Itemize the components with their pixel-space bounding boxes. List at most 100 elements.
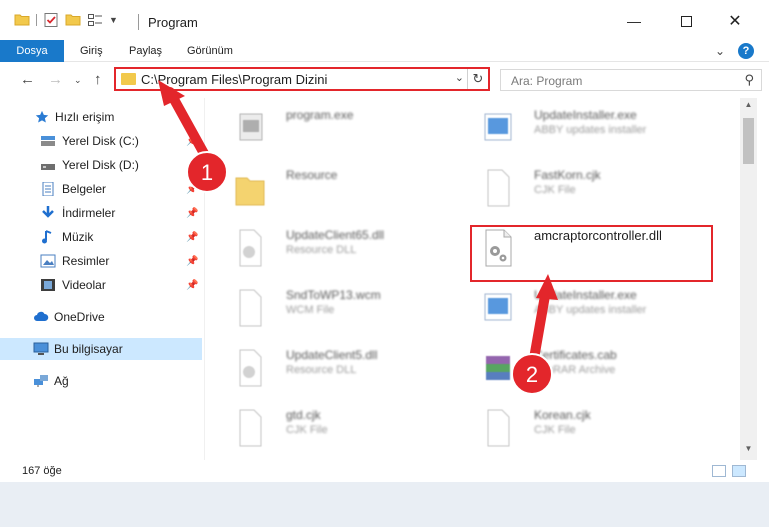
search-input[interactable]: Ara: Program ⚲ <box>500 69 762 91</box>
file-icon <box>239 409 262 447</box>
sidebar-item-disk-c[interactable]: Yerel Disk (C:) 📌 <box>0 130 202 152</box>
sidebar-item-quick-access[interactable]: Hızlı erişim <box>0 106 202 128</box>
maximize-button[interactable] <box>663 6 709 36</box>
file-name: UpdateClient5.dll <box>286 348 378 362</box>
file-type: Resource DLL <box>286 244 357 256</box>
properties-icon[interactable] <box>43 12 59 28</box>
sidebar-item-this-pc[interactable]: Bu bilgisayar <box>0 338 202 360</box>
folder-icon <box>235 177 265 206</box>
star-icon <box>35 110 49 123</box>
file-item[interactable]: UpdateClient5.dll Resource DLL <box>222 344 472 400</box>
sidebar-item-label: Hızlı erişim <box>55 110 115 124</box>
sidebar-item-label: Belgeler <box>62 182 107 196</box>
minimize-button[interactable]: — <box>611 6 657 36</box>
file-item[interactable]: UpdateInstaller.exe ABBY updates install… <box>470 104 720 160</box>
file-type: CJK File <box>534 424 576 436</box>
sidebar-item-network[interactable]: Ağ <box>0 370 202 392</box>
title-separator <box>138 14 139 30</box>
file-name: UpdateClient65.dll <box>286 228 385 242</box>
file-item[interactable]: SndToWP13.wcm WCM File <box>222 284 472 340</box>
file-item[interactable]: Resource <box>222 164 472 220</box>
qat-separator <box>36 14 37 26</box>
pin-icon[interactable]: 📌 <box>186 232 198 243</box>
sidebar-item-label: Yerel Disk (D:) <box>62 158 139 172</box>
installer-icon <box>484 293 512 321</box>
cloud-icon <box>34 311 49 321</box>
large-icons-view-icon[interactable] <box>732 465 746 477</box>
sidebar-item-resimler[interactable]: Resimler 📌 <box>0 250 202 272</box>
up-icon[interactable]: ↑ <box>94 71 102 88</box>
address-bar[interactable]: C:\Program Files\Program Dizini ⌄ ↻ <box>114 67 490 91</box>
vertical-scrollbar[interactable]: ▲ ▼ <box>740 98 757 460</box>
file-name: Certificates.cab <box>534 348 617 362</box>
refresh-icon[interactable]: ↻ <box>467 69 488 89</box>
forward-icon[interactable]: → <box>48 71 63 88</box>
status-bar: 167 öğe <box>0 460 769 482</box>
file-item[interactable]: Certificates.cab WinRAR Archive <box>470 344 720 400</box>
expand-ribbon-icon[interactable]: ⌄ <box>715 44 725 58</box>
ribbon-tabs: Dosya Giriş Paylaş Görünüm ⌄ ? <box>0 40 769 62</box>
file-type: CJK File <box>534 184 576 196</box>
file-item[interactable]: Korean.cjk CJK File <box>470 404 720 460</box>
sidebar-item-indirmeler[interactable]: İndirmeler 📌 <box>0 202 202 224</box>
tab-giris[interactable]: Giriş <box>80 40 103 62</box>
tab-paylas[interactable]: Paylaş <box>129 40 162 62</box>
tab-gorunum[interactable]: Görünüm <box>187 40 233 62</box>
file-item[interactable]: gtd.cjk CJK File <box>222 404 472 460</box>
pin-icon[interactable]: 📌 <box>186 136 198 147</box>
pin-icon[interactable]: 📌 <box>186 208 198 219</box>
videos-icon <box>41 279 55 291</box>
file-item[interactable]: UpdateInstaller.exe ABBY updates install… <box>470 284 720 340</box>
scroll-up-icon[interactable]: ▲ <box>740 100 757 114</box>
file-item[interactable]: UpdateClient65.dll Resource DLL <box>222 224 472 280</box>
address-dropdown-icon[interactable]: ⌄ <box>455 71 464 84</box>
network-icon <box>34 375 48 387</box>
drive-icon <box>41 136 55 146</box>
file-type: CJK File <box>286 424 328 436</box>
dll-icon <box>239 349 262 387</box>
recent-locations-icon[interactable]: ⌄ <box>74 75 82 86</box>
pin-icon[interactable]: 📌 <box>186 280 198 291</box>
sidebar-item-label: İndirmeler <box>62 206 116 220</box>
scrollbar-thumb[interactable] <box>743 118 754 164</box>
file-item[interactable]: FastKorn.cjk CJK File <box>470 164 720 220</box>
pin-icon[interactable]: 📌 <box>186 160 198 171</box>
sidebar-item-videolar[interactable]: Videolar 📌 <box>0 274 202 296</box>
search-icon[interactable]: ⚲ <box>744 72 754 88</box>
file-name: Resource <box>286 168 338 182</box>
navigation-row: ← → ⌄ ↑ C:\Program Files\Program Dizini … <box>0 62 769 98</box>
new-folder-icon[interactable] <box>65 12 81 28</box>
pin-icon[interactable]: 📌 <box>186 256 198 267</box>
file-item[interactable]: program.exe <box>222 104 472 160</box>
item-count: 167 öğe <box>22 465 62 477</box>
tab-dosya[interactable]: Dosya <box>0 40 64 62</box>
view-options-icon[interactable] <box>87 12 103 28</box>
folder-icon[interactable] <box>14 12 30 28</box>
sidebar-item-label: Müzik <box>62 230 94 244</box>
back-icon[interactable]: ← <box>20 71 35 88</box>
details-view-icon[interactable] <box>712 465 726 477</box>
sidebar-item-onedrive[interactable]: OneDrive <box>0 306 202 328</box>
help-icon[interactable]: ? <box>738 43 754 59</box>
sidebar-item-belgeler[interactable]: Belgeler 📌 <box>0 178 202 200</box>
close-button[interactable]: ✕ <box>712 6 758 36</box>
qat-dropdown-icon[interactable]: ▼ <box>109 15 118 25</box>
scroll-down-icon[interactable]: ▼ <box>740 444 757 458</box>
sidebar-item-label: Ağ <box>54 374 69 388</box>
pin-icon[interactable]: 📌 <box>186 184 198 195</box>
sidebar-item-label: OneDrive <box>54 310 105 324</box>
file-type: ABBY updates installer <box>534 304 647 316</box>
file-name: UpdateInstaller.exe <box>534 288 637 302</box>
file-icon <box>487 169 510 207</box>
window-title: Program <box>148 15 198 30</box>
file-name: Korean.cjk <box>534 408 591 422</box>
download-icon <box>42 206 54 218</box>
sidebar-item-muzik[interactable]: Müzik 📌 <box>0 226 202 248</box>
file-type: WinRAR Archive <box>534 364 616 376</box>
search-placeholder: Ara: Program <box>511 74 583 88</box>
minimize-icon: — <box>627 13 641 29</box>
drive-icon <box>41 164 55 170</box>
pictures-icon <box>40 254 56 268</box>
archive-icon <box>486 356 510 380</box>
sidebar-item-disk-d[interactable]: Yerel Disk (D:) 📌 <box>0 154 202 176</box>
